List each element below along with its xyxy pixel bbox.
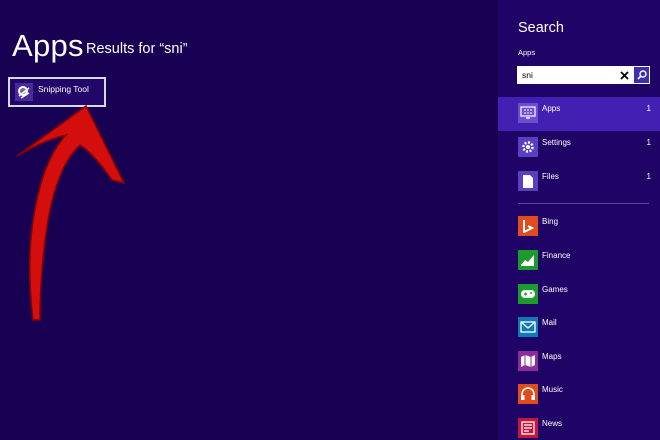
app-label: Maps bbox=[542, 352, 562, 361]
app-label: News bbox=[542, 419, 563, 428]
search-box bbox=[517, 66, 650, 84]
clear-search-button[interactable] bbox=[616, 66, 633, 84]
search-button[interactable] bbox=[634, 67, 649, 83]
search-pane: Search Apps Apps 1 bbox=[498, 0, 660, 440]
games-controller-icon bbox=[518, 284, 538, 304]
category-count: 1 bbox=[646, 172, 651, 181]
app-label: Finance bbox=[542, 251, 571, 260]
divider bbox=[518, 203, 649, 204]
apps-monitor-icon bbox=[518, 103, 538, 123]
music-headphones-icon bbox=[518, 384, 538, 404]
app-label: Music bbox=[542, 385, 563, 394]
news-icon bbox=[518, 418, 538, 438]
settings-gear-icon bbox=[518, 137, 538, 157]
file-icon bbox=[518, 171, 538, 191]
category-apps[interactable]: Apps 1 bbox=[498, 97, 660, 131]
bing-icon bbox=[518, 216, 538, 236]
search-scope-label: Apps bbox=[518, 48, 536, 57]
category-label: Files bbox=[542, 172, 559, 181]
search-pane-title: Search bbox=[518, 20, 564, 36]
search-icon bbox=[636, 70, 647, 80]
red-arrow-annotation bbox=[16, 104, 126, 321]
app-label: Mail bbox=[542, 318, 557, 327]
finance-chart-icon bbox=[518, 250, 538, 270]
mail-envelope-icon bbox=[518, 317, 538, 337]
app-music[interactable]: Music bbox=[498, 378, 660, 412]
close-icon bbox=[620, 70, 629, 80]
app-maps[interactable]: Maps bbox=[498, 345, 660, 379]
app-games[interactable]: Games bbox=[498, 278, 660, 312]
app-bing[interactable]: Bing bbox=[498, 210, 660, 244]
app-mail[interactable]: Mail bbox=[498, 311, 660, 345]
category-settings[interactable]: Settings 1 bbox=[498, 131, 660, 165]
app-finance[interactable]: Finance bbox=[498, 244, 660, 278]
category-count: 1 bbox=[646, 104, 651, 113]
maps-icon bbox=[518, 351, 538, 371]
search-input[interactable] bbox=[517, 66, 615, 84]
category-label: Settings bbox=[542, 138, 571, 147]
app-label: Games bbox=[542, 285, 568, 294]
app-label: Bing bbox=[542, 217, 559, 226]
category-files[interactable]: Files 1 bbox=[498, 165, 660, 199]
category-label: Apps bbox=[542, 104, 561, 113]
category-count: 1 bbox=[646, 138, 651, 147]
app-news[interactable]: News bbox=[498, 412, 660, 440]
